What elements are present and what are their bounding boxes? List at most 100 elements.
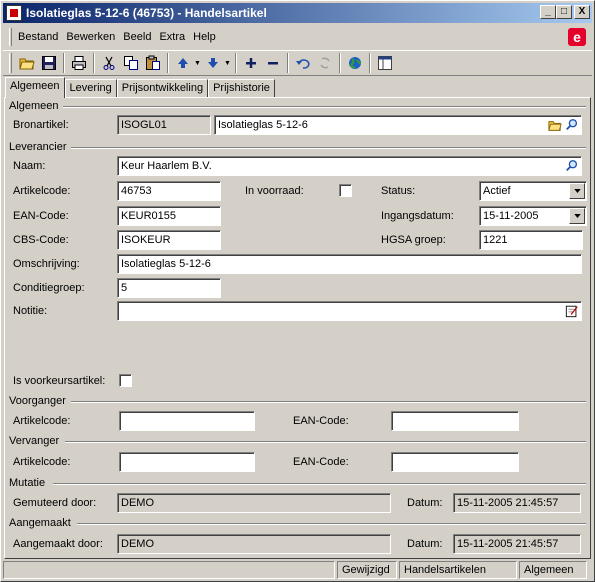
aangemaakt-door-label: Aangemaakt door: <box>13 538 103 550</box>
arrow-up-icon[interactable] <box>172 52 194 74</box>
menu-grip[interactable] <box>9 28 12 46</box>
section-divider <box>63 106 586 108</box>
brand-logo: e <box>568 28 586 46</box>
toolbar-separator <box>235 53 237 73</box>
gemuteerd-door-field[interactable]: DEMO <box>117 493 391 513</box>
voorkeursartikel-checkbox[interactable] <box>119 374 132 387</box>
conditiegroep-label: Conditiegroep: <box>13 282 85 294</box>
chevron-down-icon[interactable] <box>569 183 585 199</box>
omschrijving-label: Omschrijving: <box>13 258 80 270</box>
tab-panel-algemeen: Algemeen Bronartikel: ISOGL01 Isolatiegl… <box>4 97 591 559</box>
aangemaakt-door-field[interactable]: DEMO <box>117 534 391 554</box>
ean-label: EAN-Code: <box>13 210 69 222</box>
conditiegroep-field[interactable]: 5 <box>117 278 221 298</box>
app-icon <box>6 5 22 21</box>
naam-label: Naam: <box>13 160 46 172</box>
arrow-down-dropdown-icon[interactable]: ▼ <box>224 60 232 67</box>
cbs-field[interactable]: ISOKEUR <box>117 230 221 250</box>
status-label: Status: <box>381 185 416 197</box>
section-mutatie: Mutatie <box>9 477 46 489</box>
menu-help[interactable]: Help <box>193 31 222 43</box>
menu-bewerken[interactable]: Bewerken <box>66 31 121 43</box>
omschrijving-field[interactable]: Isolatieglas 5-12-6 <box>117 254 582 274</box>
voorkeursartikel-label: Is voorkeursartikel: <box>13 375 106 387</box>
voorganger-artikelcode-field[interactable] <box>119 411 255 431</box>
ean-field[interactable]: KEUR0155 <box>117 206 221 226</box>
vervanger-ean-label: EAN-Code: <box>293 456 349 468</box>
vervanger-artikelcode-label: Artikelcode: <box>13 456 71 468</box>
tab-levering[interactable]: Levering <box>64 79 117 98</box>
toolbar-separator <box>167 53 169 73</box>
mutatie-datum-label: Datum: <box>407 497 443 509</box>
layout-icon[interactable] <box>374 52 396 74</box>
aangemaakt-datum-field[interactable]: 15-11-2005 21:45:57 <box>453 534 581 554</box>
close-button[interactable]: X <box>574 5 590 19</box>
print-icon[interactable] <box>68 52 90 74</box>
section-vervanger: Vervanger <box>9 435 60 447</box>
paste-icon[interactable] <box>142 52 164 74</box>
voorganger-ean-label: EAN-Code: <box>293 415 349 427</box>
section-divider <box>77 523 586 525</box>
arrow-up-dropdown-icon[interactable]: ▼ <box>194 60 202 67</box>
search-icon[interactable] <box>564 117 580 133</box>
toolbar-separator <box>287 53 289 73</box>
menu-extra[interactable]: Extra <box>159 31 191 43</box>
toolbar-separator <box>369 53 371 73</box>
vervanger-artikelcode-field[interactable] <box>119 452 255 472</box>
section-divider <box>71 401 586 403</box>
hgsa-field[interactable]: 1221 <box>479 230 583 250</box>
toolbar-grip[interactable] <box>9 53 12 73</box>
aangemaakt-datum-label: Datum: <box>407 538 443 550</box>
application-window: Isolatieglas 5-12-6 (46753) - Handelsart… <box>0 0 595 582</box>
cbs-label: CBS-Code: <box>13 234 69 246</box>
in-voorraad-checkbox[interactable] <box>339 184 352 197</box>
section-leverancier: Leverancier <box>9 141 67 153</box>
artikelcode-label: Artikelcode: <box>13 185 71 197</box>
status-pane-tab: Algemeen <box>519 561 587 579</box>
edit-note-icon[interactable] <box>564 303 580 319</box>
notitie-field[interactable] <box>117 301 582 321</box>
save-icon[interactable] <box>38 52 60 74</box>
menu-beeld[interactable]: Beeld <box>123 31 157 43</box>
toolbar-separator <box>93 53 95 73</box>
open-folder-icon[interactable] <box>16 52 38 74</box>
cut-icon[interactable] <box>98 52 120 74</box>
section-voorganger: Voorganger <box>9 395 66 407</box>
chevron-down-icon[interactable] <box>569 208 585 224</box>
toolbar-separator <box>339 53 341 73</box>
tab-algemeen[interactable]: Algemeen <box>5 77 65 98</box>
add-icon[interactable] <box>240 52 262 74</box>
tab-prijshistorie[interactable]: Prijshistorie <box>208 79 275 98</box>
artikelcode-field[interactable]: 46753 <box>117 181 221 201</box>
menu-bestand[interactable]: Bestand <box>18 31 64 43</box>
section-divider <box>71 147 586 149</box>
hgsa-label: HGSA groep: <box>381 234 446 246</box>
mutatie-datum-field[interactable]: 15-11-2005 21:45:57 <box>453 493 581 513</box>
arrow-down-icon[interactable] <box>202 52 224 74</box>
notitie-label: Notitie: <box>13 305 48 317</box>
naam-field[interactable]: Keur Haarlem B.V. <box>117 156 582 176</box>
open-folder-icon[interactable] <box>547 117 563 133</box>
voorganger-ean-field[interactable] <box>391 411 519 431</box>
remove-icon[interactable] <box>262 52 284 74</box>
section-aangemaakt: Aangemaakt <box>9 517 71 529</box>
maximize-button[interactable]: □ <box>556 5 572 19</box>
status-pane-module: Handelsartikelen <box>399 561 517 579</box>
gemuteerd-door-label: Gemuteerd door: <box>13 497 97 509</box>
status-pane-state: Gewijzigd <box>337 561 397 579</box>
title-bar[interactable]: Isolatieglas 5-12-6 (46753) - Handelsart… <box>3 3 592 23</box>
tab-prijsontwikkeling[interactable]: Prijsontwikkeling <box>116 79 209 98</box>
refresh-icon[interactable] <box>314 52 336 74</box>
section-algemeen: Algemeen <box>9 100 59 112</box>
bronartikel-name-field[interactable]: Isolatieglas 5-12-6 <box>214 115 582 135</box>
bronartikel-code-field[interactable]: ISOGL01 <box>117 115 211 135</box>
vervanger-ean-field[interactable] <box>391 452 519 472</box>
minimize-button[interactable]: _ <box>540 5 556 19</box>
copy-icon[interactable] <box>120 52 142 74</box>
undo-icon[interactable] <box>292 52 314 74</box>
globe-icon[interactable] <box>344 52 366 74</box>
status-pane-main <box>3 561 335 579</box>
menu-bar: Bestand Bewerken Beeld Extra Help e <box>3 26 592 48</box>
search-icon[interactable] <box>564 158 580 174</box>
window-title: Isolatieglas 5-12-6 (46753) - Handelsart… <box>26 6 267 20</box>
